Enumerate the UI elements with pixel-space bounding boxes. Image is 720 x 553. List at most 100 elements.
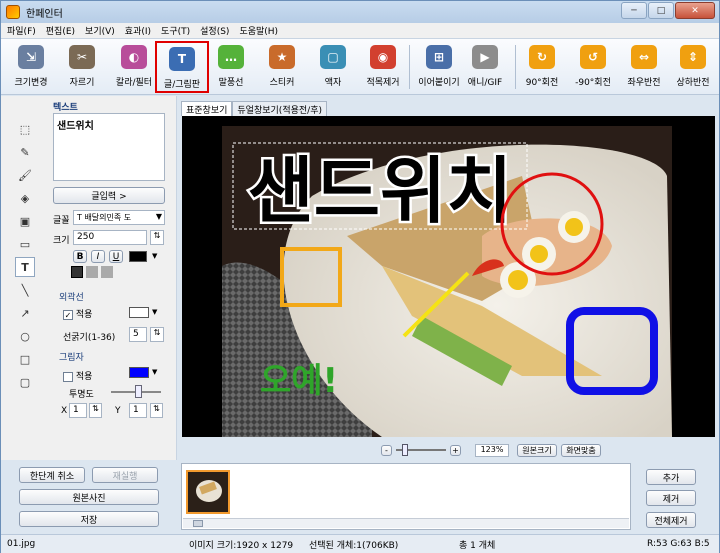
thumbnail-scrollbar[interactable] [183, 518, 629, 528]
speech-bubble-icon: … [218, 45, 244, 69]
select-icon[interactable]: ⬚ [15, 119, 35, 139]
toolbar-red-eye-button[interactable]: ◉ 적목제거 [361, 41, 405, 93]
rectangle-icon[interactable]: □ [15, 349, 35, 369]
menu-tools[interactable]: 도구(T) [161, 24, 190, 37]
menu-edit[interactable]: 편집(E) [46, 24, 75, 37]
arrow-icon[interactable]: ↗ [15, 303, 35, 323]
check-icon: ✓ [63, 309, 73, 320]
close-button[interactable]: ✕ [675, 2, 715, 19]
bold-button[interactable]: B [73, 250, 87, 263]
underline-button[interactable]: U [109, 250, 123, 263]
shadow-color-swatch[interactable] [129, 367, 149, 378]
chevron-down-icon[interactable]: ▼ [152, 368, 157, 376]
size-label: 크기 [53, 236, 70, 246]
app-logo-icon [6, 5, 20, 19]
remove-all-button[interactable]: 전체제거 [646, 512, 696, 528]
canvas-signature-text[interactable]: 오예! [260, 361, 338, 401]
thumbnail-strip [181, 463, 631, 530]
toolbar-gif-button[interactable]: ▶ 애니/GIF [463, 41, 507, 93]
save-button[interactable]: 저장 [19, 511, 159, 527]
toolbar-sticker-button[interactable]: ★ 스티커 [261, 41, 303, 93]
add-button[interactable]: 추가 [646, 469, 696, 485]
zoom-slider-track[interactable] [396, 444, 446, 456]
shadow-apply-checkbox[interactable]: 적용 [63, 369, 92, 382]
outline-thickness-label: 선굵기(1-36) [63, 333, 116, 343]
flip-h-icon: ⇔ [631, 45, 657, 69]
undo-button[interactable]: 한단계 취소 [19, 467, 85, 483]
text-tool-icon[interactable]: T [15, 257, 35, 277]
redo-button[interactable]: 재실행 [92, 467, 158, 483]
toolbar-color-filter-button[interactable]: ◐ 칼라/필터 [111, 41, 157, 93]
toolbar-label: -90°회전 [575, 78, 611, 88]
maximize-button[interactable]: □ [648, 2, 674, 19]
align-right-icon[interactable] [101, 266, 113, 278]
image-canvas[interactable]: 샌드위치 오예! [182, 116, 715, 437]
zoom-value: 123% [475, 443, 509, 457]
size-input[interactable]: 250 [73, 230, 147, 245]
thickness-stepper[interactable]: ⇅ [150, 327, 164, 342]
menu-effect[interactable]: 효과(I) [125, 24, 151, 37]
egg-yolk-2 [530, 245, 548, 263]
chevron-down-icon[interactable]: ▼ [152, 252, 157, 260]
tab-standard-view[interactable]: 표준창보기 [181, 101, 233, 116]
eraser-icon[interactable]: ▭ [15, 234, 35, 254]
status-rgb: R:53 G:63 B:5 [647, 539, 710, 549]
font-select[interactable]: T 배달의민족 도 ▼ [73, 210, 165, 225]
scrollbar-thumb[interactable] [193, 520, 203, 527]
zoom-out-button[interactable]: - [381, 444, 392, 456]
crop-icon: ✂ [69, 45, 95, 69]
original-photo-button[interactable]: 원본사진 [19, 489, 159, 505]
toolbar-crop-button[interactable]: ✂ 자르기 [61, 41, 103, 93]
text-input-button[interactable]: 글입력 > [53, 187, 165, 204]
x-stepper[interactable]: ⇅ [89, 403, 102, 418]
text-input-area[interactable]: 샌드위치 [53, 113, 165, 181]
outline-section-label: 외곽선 [59, 293, 84, 303]
canvas-headline-text[interactable]: 샌드위치 [245, 147, 515, 236]
line-icon[interactable]: ╲ [15, 280, 35, 300]
zoom-in-button[interactable]: + [450, 444, 461, 456]
rounded-rect-icon[interactable]: ▢ [15, 372, 35, 392]
size-stepper[interactable]: ⇅ [150, 230, 164, 245]
y-offset-input[interactable]: 1 [129, 403, 147, 418]
thumbnail-item[interactable] [186, 470, 230, 514]
zoom-slider-thumb[interactable] [402, 444, 408, 456]
toolbar-speech-bubble-button[interactable]: … 말풍선 [211, 41, 251, 93]
toolbar-flip-h-button[interactable]: ⇔ 좌우반전 [621, 41, 667, 93]
minimize-button[interactable]: ─ [621, 2, 647, 19]
flip-v-icon: ⇕ [680, 45, 706, 69]
status-total: 총 1 개체 [459, 540, 496, 551]
y-stepper[interactable]: ⇅ [150, 403, 163, 418]
red-eye-icon: ◉ [370, 45, 396, 69]
brush-icon[interactable]: 🖌 [15, 165, 35, 185]
menu-help[interactable]: 도움말(H) [239, 24, 278, 37]
fit-screen-button[interactable]: 화면맞춤 [561, 443, 601, 457]
remove-button[interactable]: 제거 [646, 490, 696, 506]
toolbar-flip-v-button[interactable]: ⇕ 상하반전 [669, 41, 717, 93]
outline-apply-checkbox[interactable]: ✓ 적용 [63, 307, 92, 320]
stamp-icon[interactable]: ▣ [15, 211, 35, 231]
toolbar-frame-button[interactable]: ▢ 액자 [313, 41, 353, 93]
toolbar-merge-button[interactable]: ⊞ 이어붙이기 [413, 41, 465, 93]
ellipse-icon[interactable]: ○ [15, 326, 35, 346]
app-window: 한페인터 ─ □ ✕ 파일(F) 편집(E) 보기(V) 효과(I) 도구(T)… [0, 0, 720, 553]
original-size-button[interactable]: 원본크기 [517, 443, 557, 457]
toolbar-rotate-cw-button[interactable]: ↻ 90°회전 [521, 41, 563, 93]
align-left-icon[interactable] [71, 266, 83, 278]
italic-button[interactable]: I [91, 250, 105, 263]
toolbar-text-draw-button[interactable]: T 글/그림판 [155, 41, 209, 93]
x-offset-input[interactable]: 1 [69, 403, 87, 418]
align-center-icon[interactable] [86, 266, 98, 278]
outline-thickness-input[interactable]: 5 [129, 327, 147, 342]
outline-color-swatch[interactable] [129, 307, 149, 318]
chevron-down-icon[interactable]: ▼ [152, 308, 157, 316]
menu-file[interactable]: 파일(F) [7, 24, 36, 37]
fill-icon[interactable]: ◈ [15, 188, 35, 208]
toolbar-resize-button[interactable]: ⇲ 크기변경 [7, 41, 55, 93]
menu-settings[interactable]: 설정(S) [200, 24, 229, 37]
text-color-swatch[interactable] [129, 251, 147, 262]
menu-view[interactable]: 보기(V) [85, 24, 115, 37]
toolbar-rotate-ccw-button[interactable]: ↺ -90°회전 [571, 41, 615, 93]
opacity-slider-thumb[interactable] [135, 385, 142, 398]
pencil-icon[interactable]: ✎ [15, 142, 35, 162]
tab-dual-view[interactable]: 듀얼창보기(적용전/후) [232, 101, 327, 116]
